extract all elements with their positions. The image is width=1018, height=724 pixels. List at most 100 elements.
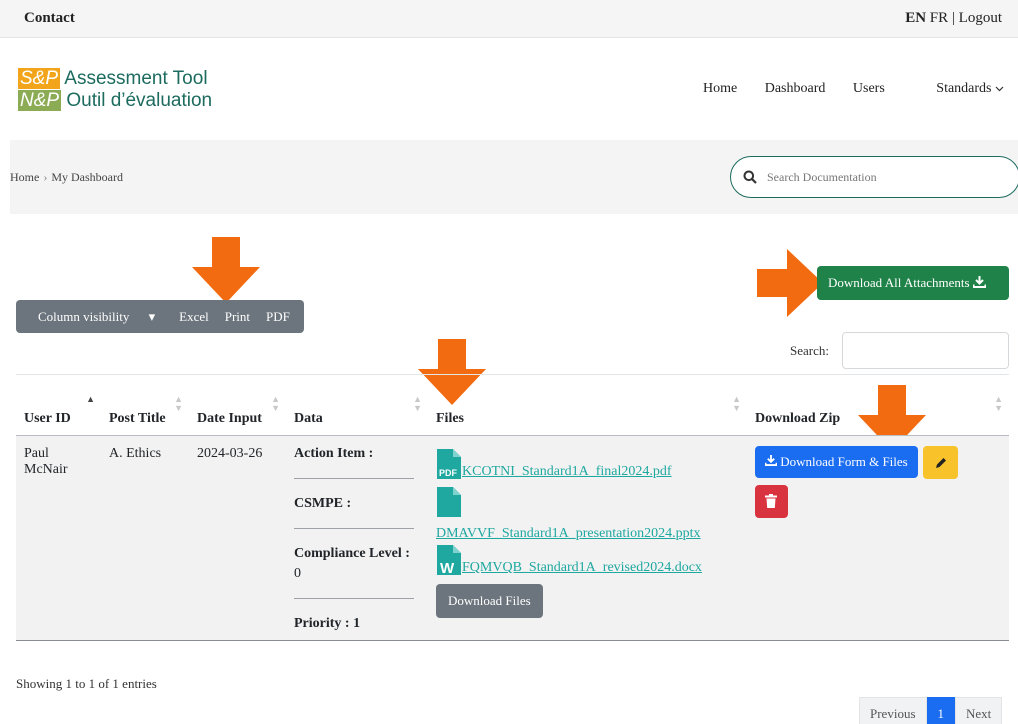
sort-asc-icon: ▲: [86, 394, 95, 404]
search-icon: [743, 170, 757, 184]
cell-download-zip: Download Form & Files: [747, 435, 1009, 641]
download-icon: [972, 276, 987, 288]
trash-icon: [765, 494, 777, 508]
column-header-post-title[interactable]: Post Title ▲ ▼: [101, 374, 189, 436]
column-header-user-id[interactable]: User ID ▲: [16, 374, 101, 436]
logout-link[interactable]: Logout: [959, 10, 1002, 26]
nav-home[interactable]: Home: [703, 81, 737, 96]
breadcrumb-separator: ›: [43, 170, 48, 184]
download-form-files-label: Download Form & Files: [780, 454, 908, 469]
dashboard-table: User ID ▲ Post Title ▲ ▼ Date Input ▲ ▼ Data ▲…: [16, 374, 1009, 641]
entries-info: Showing 1 to 1 of 1 entries: [16, 676, 157, 691]
data-priority: Priority : 1: [294, 616, 361, 631]
svg-text:W: W: [440, 560, 455, 576]
column-header-files[interactable]: Files ▲ ▼: [428, 374, 747, 436]
annotation-arrow-right-icon: [757, 249, 823, 317]
excel-button[interactable]: Excel: [171, 309, 217, 325]
file-link[interactable]: PDF KCOTNI_Standard1A_final2024.pdf: [436, 446, 739, 480]
data-divider: [294, 528, 414, 529]
sort-icon: ▲ ▼: [413, 394, 422, 413]
data-divider: [294, 478, 414, 479]
nav-standards[interactable]: Standards: [912, 81, 1004, 96]
word-file-icon: W: [437, 545, 461, 576]
data-csmpe: CSMPE :: [294, 496, 352, 511]
breadcrumb-home[interactable]: Home: [10, 170, 39, 184]
file-name: KCOTNI_Standard1A_final2024.pdf: [462, 464, 672, 479]
data-action-item: Action Item :: [294, 446, 374, 461]
header-label: Files: [436, 411, 464, 426]
logo-abbr-fr: N&P: [18, 90, 62, 111]
download-all-attachments-button[interactable]: Download All Attachments: [817, 266, 1009, 300]
pdf-button[interactable]: PDF: [258, 309, 298, 325]
file-name: DMAVVF_Standard1A_presentation2024.pptx: [436, 526, 701, 541]
nav-standards-label: Standards: [936, 81, 992, 96]
svg-text:PDF: PDF: [439, 468, 458, 478]
download-form-files-button[interactable]: Download Form & Files: [755, 446, 918, 478]
lang-en-link[interactable]: EN: [905, 10, 926, 26]
header-label: Data: [294, 411, 323, 426]
next-page-button[interactable]: Next: [955, 697, 1003, 724]
download-all-label: Download All Attachments: [828, 275, 970, 290]
breadcrumb-current: My Dashboard: [51, 170, 123, 184]
header-label: Post Title: [109, 411, 166, 426]
sort-icon: ▲ ▼: [732, 394, 741, 413]
column-header-download-zip[interactable]: Download Zip ▲ ▼: [747, 374, 1009, 436]
print-button[interactable]: Print: [217, 309, 258, 325]
sort-icon: ▲ ▼: [271, 394, 280, 413]
page-1-button[interactable]: 1: [926, 697, 955, 724]
cell-data: Action Item : CSMPE : Compliance Level :…: [286, 435, 428, 641]
search-documentation-input[interactable]: Search Documentation: [730, 156, 1018, 198]
cell-user-id: Paul McNair: [16, 435, 101, 641]
table-search-label: Search:: [790, 343, 829, 358]
pagination: Previous 1 Next: [859, 697, 1003, 724]
nav-users[interactable]: Users: [853, 81, 885, 96]
annotation-arrow-down-icon: [192, 237, 260, 303]
logo-name-fr: Outil d’évaluation: [66, 90, 213, 111]
column-header-data[interactable]: Data ▲ ▼: [286, 374, 428, 436]
site-logo[interactable]: S&P Assessment Tool N&P Outil d’évaluati…: [18, 68, 212, 112]
header-label: User ID: [24, 411, 71, 426]
language-switcher: EN FR | Logout: [905, 10, 1002, 27]
cell-files: PDF KCOTNI_Standard1A_final2024.pdf DMAV…: [428, 435, 747, 641]
cell-date-input: 2024-03-26: [189, 435, 286, 641]
file-icon: [437, 487, 461, 517]
column-visibility-label: Column visibility: [38, 308, 130, 324]
logo-name-en: Assessment Tool: [64, 68, 208, 89]
data-compliance: Compliance Level : 0: [294, 546, 420, 598]
column-visibility-button[interactable]: Column visibility ▾: [22, 309, 171, 325]
table-row: Paul McNair A. Ethics 2024-03-26 Action …: [16, 435, 1009, 641]
previous-page-button[interactable]: Previous: [859, 697, 927, 724]
delete-button[interactable]: [755, 485, 788, 518]
lang-fr-link[interactable]: FR: [930, 10, 948, 26]
download-icon: [764, 455, 778, 466]
lang-divider: |: [951, 10, 955, 26]
main-nav: Home Dashboard Users Standards: [679, 81, 1004, 97]
export-button-group: Column visibility ▾ Excel Print PDF: [16, 300, 304, 333]
table-header-row: User ID ▲ Post Title ▲ ▼ Date Input ▲ ▼ Data ▲…: [16, 374, 1009, 436]
breadcrumb: Home › My Dashboard: [10, 170, 123, 185]
sort-icon: ▲ ▼: [994, 394, 1003, 413]
logo-abbr-en: S&P: [18, 68, 61, 89]
sort-icon: ▲ ▼: [174, 394, 183, 413]
breadcrumb-bar: Home › My Dashboard Search Documentation: [10, 140, 1018, 214]
file-name: FQMVQB_Standard1A_revised2024.docx: [462, 560, 702, 575]
header-label: Date Input: [197, 411, 262, 426]
data-compliance-value: 0: [294, 566, 301, 581]
contact-link[interactable]: Contact: [24, 10, 75, 27]
search-placeholder: Search Documentation: [767, 170, 877, 184]
data-compliance-label: Compliance Level :: [294, 546, 410, 561]
column-header-date-input[interactable]: Date Input ▲ ▼: [189, 374, 286, 436]
top-bar: Contact EN FR | Logout: [0, 0, 1018, 38]
table-search-input[interactable]: [842, 332, 1009, 369]
edit-button[interactable]: [923, 446, 959, 479]
pdf-file-icon: PDF: [437, 449, 461, 479]
download-files-button[interactable]: Download Files: [436, 584, 543, 618]
file-link[interactable]: W FQMVQB_Standard1A_revised2024.docx: [436, 542, 739, 576]
caret-down-icon: ▾: [148, 308, 156, 324]
data-divider: [294, 598, 414, 599]
chevron-down-icon: [995, 86, 1004, 92]
nav-dashboard[interactable]: Dashboard: [765, 81, 826, 96]
file-icon-only[interactable]: [436, 480, 739, 518]
pencil-icon: [936, 458, 947, 468]
file-link[interactable]: DMAVVF_Standard1A_presentation2024.pptx: [436, 518, 739, 542]
